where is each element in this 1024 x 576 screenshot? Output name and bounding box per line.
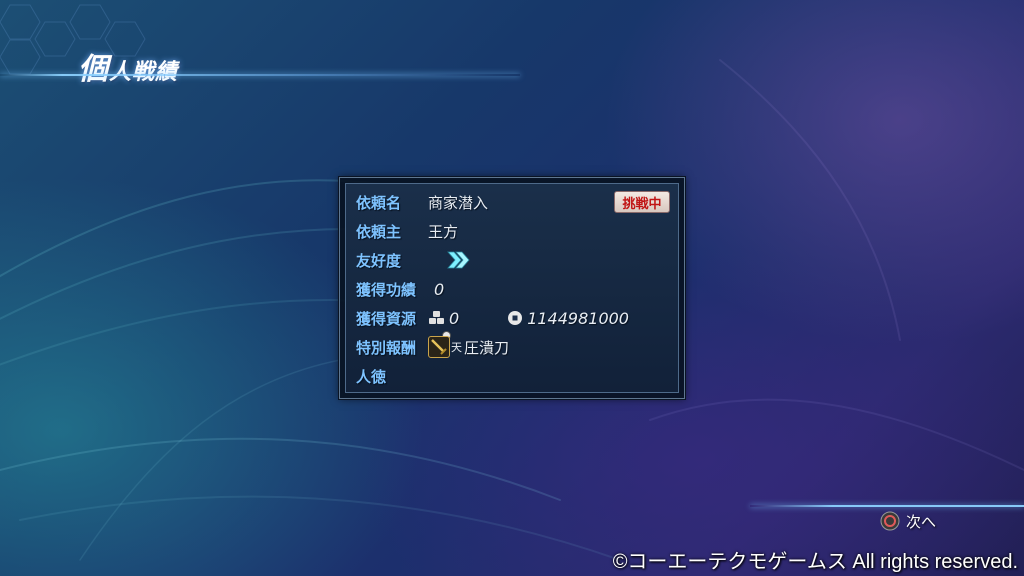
page-title: 個人戦績 [78,44,178,88]
row-client: 依頼主 王方 [356,218,458,244]
row-resources: 獲得資源 0 1144981000 [356,305,629,331]
row-virtue: 人徳 [356,363,428,389]
row-request-name: 依頼名 商家潜入 [356,189,488,215]
next-button[interactable]: 次へ [880,510,936,532]
label-client: 依頼主 [356,222,402,241]
request-panel: 挑戦中 依頼名 商家潜入 依頼主 王方 友好度 獲得功績 0 獲得資源 0 11… [339,177,685,399]
label-special-reward: 特別報酬 [356,338,417,357]
value-gold: 1144981000 [527,308,629,328]
resource-blocks-icon [429,311,444,324]
row-special-reward: 特別報酬 天 圧潰刀 [356,331,510,360]
label-virtue: 人徳 [356,367,387,386]
value-request-name: 商家潜入 [428,193,489,212]
request-panel-inner: 挑戦中 依頼名 商家潜入 依頼主 王方 友好度 獲得功績 0 獲得資源 0 11… [345,183,679,393]
value-client: 王方 [428,222,459,241]
label-friendship: 友好度 [356,251,402,270]
header: 個人戦績 [0,0,1024,100]
label-resources: 獲得資源 [356,309,417,328]
sword-icon [428,336,450,358]
circle-button-icon [880,511,900,531]
double-chevron-icon [447,251,470,269]
page-title-rest: 人戦績 [109,59,179,85]
value-resources: 0 [449,308,460,328]
value-special-reward: 圧潰刀 [464,338,510,357]
coin-icon [508,311,523,325]
label-merit: 獲得功績 [356,280,417,299]
row-merit: 獲得功績 0 [356,276,444,302]
value-merit: 0 [434,279,445,299]
status-badge: 挑戦中 [614,191,670,213]
footer-divider [750,505,1024,507]
label-request-name: 依頼名 [356,193,402,212]
reward-rank: 天 [451,341,462,354]
header-divider [0,74,520,76]
page-title-first-char: 個 [78,52,109,87]
copyright-notice: ©コーエーテクモゲームス All rights reserved. [612,551,1018,573]
next-label: 次へ [906,512,937,531]
row-friendship: 友好度 [356,247,470,273]
